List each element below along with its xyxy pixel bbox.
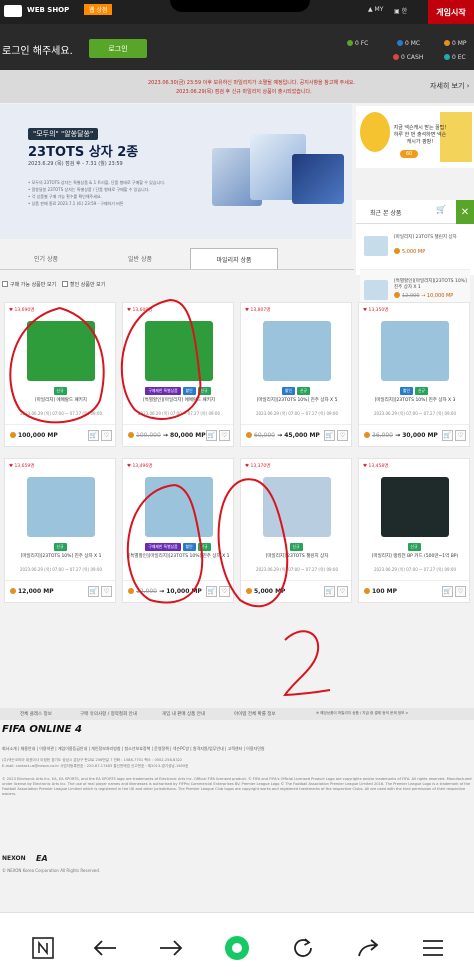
forward-button[interactable] xyxy=(156,935,186,961)
refresh-button[interactable] xyxy=(288,935,318,961)
handwritten-annotations xyxy=(9,299,331,697)
n-logo-icon xyxy=(32,937,54,959)
arrow-left-icon xyxy=(93,940,116,956)
browser-bottom-bar xyxy=(0,912,474,977)
share-icon xyxy=(358,939,379,957)
arrow-right-icon xyxy=(160,940,183,956)
hamburger-icon xyxy=(423,940,443,956)
naver-home-button[interactable] xyxy=(28,935,58,961)
share-button[interactable] xyxy=(354,935,384,961)
green-dot-button[interactable] xyxy=(222,935,252,961)
green-dot-icon xyxy=(225,936,249,960)
back-button[interactable] xyxy=(90,935,120,961)
refresh-icon xyxy=(294,938,312,957)
menu-button[interactable] xyxy=(418,935,448,961)
